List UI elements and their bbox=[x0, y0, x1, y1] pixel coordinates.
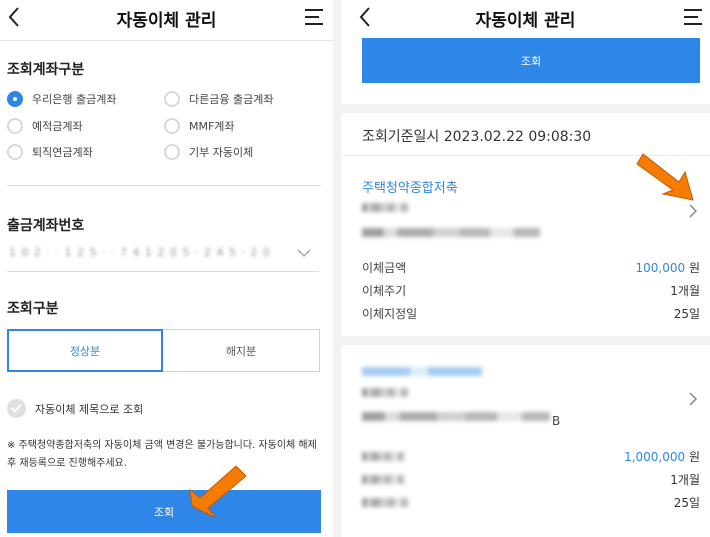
section-band bbox=[341, 104, 710, 113]
header: 자동이체 관리 bbox=[0, 0, 333, 38]
section-divider bbox=[7, 185, 321, 186]
amount-number: 1,000,000 bbox=[624, 450, 686, 464]
tab-terminated[interactable]: 해지분 bbox=[163, 329, 320, 372]
withdraw-account-title: 출금계좌번호 bbox=[7, 218, 85, 234]
search-button[interactable]: 조회 bbox=[362, 38, 700, 83]
check-icon bbox=[7, 399, 26, 418]
inquiry-type-title: 조회구분 bbox=[7, 301, 59, 317]
transfer-day-value: 25일 bbox=[673, 496, 700, 510]
orange-pointer-arrow-icon bbox=[189, 465, 247, 519]
search-button[interactable]: 조회 bbox=[7, 490, 321, 533]
notice-text: ※ 주택청약종합저축의 자동이체 금액 변경은 불가능합니다. 자동이체 해제 … bbox=[7, 440, 317, 469]
masked-account-number: 1 0 2 · · 1 2 5 · · 7 4 1 2 0 5 · 2 4 5 … bbox=[9, 246, 271, 259]
radio-dot bbox=[164, 91, 180, 107]
masked-detail bbox=[362, 228, 540, 237]
radio-other-withdraw[interactable]: 다른금융 출금계좌 bbox=[164, 91, 273, 107]
orange-pointer-arrow-icon bbox=[636, 153, 694, 201]
masked-account bbox=[362, 388, 408, 397]
masked-label bbox=[362, 498, 408, 507]
radio-label: MMF계좌 bbox=[189, 120, 235, 133]
hamburger-menu-icon bbox=[684, 9, 702, 25]
radio-dot bbox=[7, 144, 23, 160]
tab-normal[interactable]: 정상분 bbox=[7, 329, 163, 372]
radio-label: 다른금융 출금계좌 bbox=[189, 93, 274, 106]
masked-card-title bbox=[362, 367, 482, 376]
transfer-cycle-value: 1개월 bbox=[670, 284, 700, 298]
account-type-title: 조회계좌구분 bbox=[7, 62, 85, 78]
amount-number: 100,000 bbox=[635, 261, 686, 275]
header: 자동이체 관리 bbox=[341, 0, 710, 38]
checkbox-label: 자동이체 제목으로 조회 bbox=[35, 402, 144, 416]
masked-label bbox=[362, 475, 404, 484]
hamburger-menu-icon bbox=[305, 9, 323, 25]
transfer-amount-label: 이체금액 bbox=[362, 261, 407, 275]
radio-dot bbox=[7, 91, 23, 107]
radio-donation[interactable]: 기부 자동이체 bbox=[164, 144, 253, 160]
radio-dot bbox=[164, 144, 180, 160]
amount-unit: 원 bbox=[685, 450, 700, 464]
radio-label: 퇴직연금계좌 bbox=[32, 146, 93, 159]
title-search-checkbox[interactable]: 자동이체 제목으로 조회 bbox=[7, 399, 143, 418]
reference-time: 조회기준일시 2023.02.22 09:08:30 bbox=[362, 129, 592, 145]
header-divider bbox=[0, 40, 333, 41]
menu-button[interactable] bbox=[682, 7, 704, 27]
radio-pension[interactable]: 퇴직연금계좌 bbox=[7, 144, 93, 160]
radio-label: 예적금계좌 bbox=[32, 120, 83, 133]
card-title[interactable]: 주택청약종합저축 bbox=[362, 177, 458, 196]
withdraw-account-select[interactable]: 1 0 2 · · 1 2 5 · · 7 4 1 2 0 5 · 2 4 5 … bbox=[7, 242, 319, 272]
page-title: 자동이체 관리 bbox=[475, 11, 576, 31]
transfer-amount-value: 1,000,000 원 bbox=[624, 448, 700, 465]
masked-label bbox=[362, 452, 404, 461]
chevron-down-icon bbox=[297, 249, 311, 258]
radio-mmf[interactable]: MMF계좌 bbox=[164, 118, 235, 134]
right-screen: 자동이체 관리 조회 조회기준일시 2023.02.22 09:08:30 주택… bbox=[341, 0, 710, 537]
amount-unit: 원 bbox=[685, 261, 700, 275]
page-title: 자동이체 관리 bbox=[116, 11, 217, 31]
menu-button[interactable] bbox=[303, 7, 325, 27]
radio-woori-withdraw[interactable]: 우리은행 출금계좌 bbox=[7, 91, 116, 107]
masked-account bbox=[362, 203, 408, 212]
detail-suffix: B bbox=[552, 414, 561, 428]
radio-label: 기부 자동이체 bbox=[189, 146, 254, 159]
radio-dot bbox=[164, 118, 180, 134]
transfer-day-label: 이체지정일 bbox=[362, 307, 418, 321]
section-band bbox=[341, 336, 710, 345]
transfer-amount-value: 100,000 원 bbox=[636, 259, 700, 276]
transfer-day-value: 25일 bbox=[673, 307, 700, 321]
radio-label: 우리은행 출금계좌 bbox=[32, 93, 117, 106]
radio-dot bbox=[7, 118, 23, 134]
chevron-right-icon[interactable] bbox=[688, 391, 698, 407]
masked-detail bbox=[362, 412, 550, 421]
screen-gap bbox=[333, 0, 341, 537]
transfer-cycle-value: 1개월 bbox=[670, 473, 700, 487]
transfer-cycle-label: 이체주기 bbox=[362, 284, 407, 298]
left-screen: 자동이체 관리 조회계좌구분 우리은행 출금계좌 다른금융 출금계좌 예적금계좌… bbox=[0, 0, 333, 537]
radio-deposit[interactable]: 예적금계좌 bbox=[7, 118, 83, 134]
